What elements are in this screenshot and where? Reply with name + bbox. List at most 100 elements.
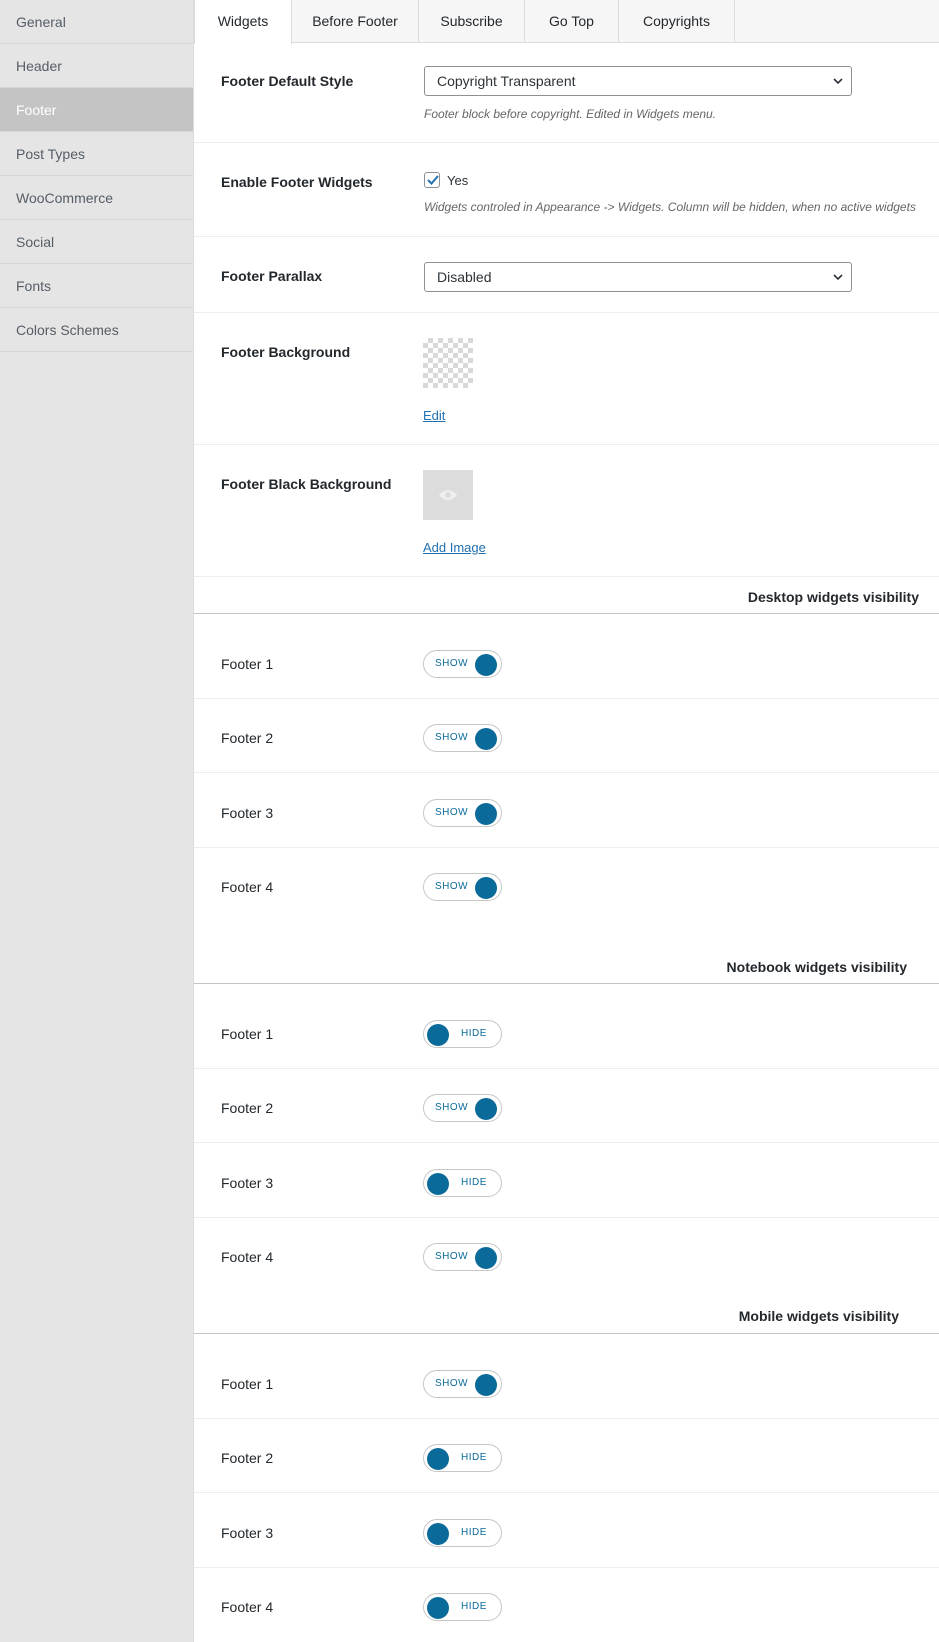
tab-copyrights[interactable]: Copyrights xyxy=(619,0,735,43)
tab-subscribe[interactable]: Subscribe xyxy=(419,0,525,43)
toggle-knob xyxy=(475,1247,497,1269)
mobile-footer-1-row: Footer 1 SHOW xyxy=(194,1334,939,1419)
toggle-knob xyxy=(475,1098,497,1120)
footer-background-preview[interactable] xyxy=(423,338,473,388)
chevron-down-icon xyxy=(833,78,843,85)
footer-parallax-value: Disabled xyxy=(437,269,492,285)
checkmark-icon xyxy=(427,175,439,185)
chevron-down-icon xyxy=(833,274,843,281)
mobile-footer-1-toggle[interactable]: SHOW xyxy=(423,1370,502,1398)
mobile-footer-2-label: Footer 2 xyxy=(221,1450,274,1466)
section-notebook-visibility: Notebook widgets visibility xyxy=(194,938,939,984)
desktop-footer-1-row: Footer 1 SHOW xyxy=(194,614,939,699)
desktop-footer-1-label: Footer 1 xyxy=(221,656,274,672)
sidebar-item-social[interactable]: Social xyxy=(0,220,193,264)
desktop-footer-1-toggle[interactable]: SHOW xyxy=(423,650,502,678)
sidebar-item-post-types[interactable]: Post Types xyxy=(0,132,193,176)
notebook-footer-4-toggle[interactable]: SHOW xyxy=(423,1243,502,1271)
enable-footer-widgets-yes-label: Yes xyxy=(447,173,469,188)
toggle-knob xyxy=(475,1374,497,1396)
enable-footer-widgets-checkbox[interactable] xyxy=(424,172,440,188)
toggle-state-text: SHOW xyxy=(435,658,469,669)
row-enable-footer-widgets: Enable Footer Widgets Yes Widgets contro… xyxy=(194,143,939,237)
sidebar-item-woocommerce[interactable]: WooCommerce xyxy=(0,176,193,220)
notebook-footer-4-label: Footer 4 xyxy=(221,1249,274,1265)
mobile-footer-2-toggle[interactable]: HIDE xyxy=(423,1444,502,1472)
sidebar-item-general[interactable]: General xyxy=(0,0,193,44)
toggle-knob xyxy=(427,1523,449,1545)
notebook-visibility-title: Notebook widgets visibility xyxy=(726,959,907,975)
notebook-footer-2-label: Footer 2 xyxy=(221,1100,274,1116)
toggle-knob xyxy=(427,1024,449,1046)
footer-parallax-select[interactable]: Disabled xyxy=(424,262,852,292)
desktop-footer-2-label: Footer 2 xyxy=(221,730,274,746)
toggle-state-text: HIDE xyxy=(461,1452,487,1463)
mobile-visibility-title: Mobile widgets visibility xyxy=(738,1308,899,1324)
mobile-footer-3-toggle[interactable]: HIDE xyxy=(423,1519,502,1547)
notebook-footer-1-row: Footer 1 HIDE xyxy=(194,984,939,1069)
toggle-knob xyxy=(475,803,497,825)
footer-background-label: Footer Background xyxy=(221,344,351,360)
main-panel: Widgets Before Footer Subscribe Go Top C… xyxy=(194,0,939,1642)
desktop-footer-3-label: Footer 3 xyxy=(221,805,274,821)
enable-footer-widgets-label: Enable Footer Widgets xyxy=(221,174,373,190)
mobile-footer-4-row: Footer 4 HIDE xyxy=(194,1568,939,1642)
desktop-footer-4-row: Footer 4 SHOW xyxy=(194,848,939,938)
toggle-knob xyxy=(427,1173,449,1195)
tab-before-footer[interactable]: Before Footer xyxy=(292,0,419,43)
toggle-state-text: SHOW xyxy=(435,881,469,892)
sidebar-item-fonts[interactable]: Fonts xyxy=(0,264,193,308)
toggle-state-text: SHOW xyxy=(435,732,469,743)
row-footer-black-background: Footer Black Background Add Image xyxy=(194,445,939,577)
footer-background-edit-link[interactable]: Edit xyxy=(423,408,445,423)
footer-black-background-placeholder[interactable] xyxy=(423,470,473,520)
mobile-footer-2-row: Footer 2 HIDE xyxy=(194,1419,939,1493)
tab-bar: Widgets Before Footer Subscribe Go Top C… xyxy=(194,0,939,44)
tab-go-top[interactable]: Go Top xyxy=(525,0,619,43)
notebook-footer-2-row: Footer 2 SHOW xyxy=(194,1069,939,1143)
desktop-footer-3-toggle[interactable]: SHOW xyxy=(423,799,502,827)
desktop-footer-4-toggle[interactable]: SHOW xyxy=(423,873,502,901)
notebook-footer-4-row: Footer 4 SHOW xyxy=(194,1218,939,1288)
section-desktop-visibility: Desktop widgets visibility xyxy=(194,577,939,614)
toggle-state-text: SHOW xyxy=(435,1378,469,1389)
footer-black-background-add-image-link[interactable]: Add Image xyxy=(423,540,486,555)
notebook-footer-3-toggle[interactable]: HIDE xyxy=(423,1169,502,1197)
desktop-footer-2-toggle[interactable]: SHOW xyxy=(423,724,502,752)
toggle-state-text: SHOW xyxy=(435,807,469,818)
notebook-footer-2-toggle[interactable]: SHOW xyxy=(423,1094,502,1122)
sidebar-item-footer[interactable]: Footer xyxy=(0,88,193,132)
toggle-knob xyxy=(427,1448,449,1470)
toggle-state-text: HIDE xyxy=(461,1527,487,1538)
mobile-footer-3-label: Footer 3 xyxy=(221,1525,274,1541)
eye-icon xyxy=(439,490,457,500)
desktop-footer-2-row: Footer 2 SHOW xyxy=(194,699,939,773)
section-mobile-visibility: Mobile widgets visibility xyxy=(194,1288,939,1334)
notebook-footer-3-label: Footer 3 xyxy=(221,1175,274,1191)
footer-parallax-label: Footer Parallax xyxy=(221,268,323,284)
footer-black-background-label: Footer Black Background xyxy=(221,476,392,492)
sidebar-item-header[interactable]: Header xyxy=(0,44,193,88)
notebook-footer-1-toggle[interactable]: HIDE xyxy=(423,1020,502,1048)
enable-footer-widgets-desc: Widgets controled in Appearance -> Widge… xyxy=(424,200,916,214)
toggle-state-text: SHOW xyxy=(435,1102,469,1113)
footer-default-style-value: Copyright Transparent xyxy=(437,73,576,89)
notebook-footer-1-label: Footer 1 xyxy=(221,1026,274,1042)
mobile-footer-1-label: Footer 1 xyxy=(221,1376,274,1392)
toggle-knob xyxy=(475,877,497,899)
toggle-state-text: HIDE xyxy=(461,1601,487,1612)
settings-page: General Header Footer Post Types WooComm… xyxy=(0,0,939,1642)
row-footer-background: Footer Background Edit xyxy=(194,313,939,445)
tab-widgets[interactable]: Widgets xyxy=(194,0,292,44)
footer-default-style-select[interactable]: Copyright Transparent xyxy=(424,66,852,96)
footer-default-style-desc: Footer block before copyright. Edited in… xyxy=(424,107,717,121)
sidebar: General Header Footer Post Types WooComm… xyxy=(0,0,194,1642)
toggle-state-text: HIDE xyxy=(461,1177,487,1188)
footer-default-style-label: Footer Default Style xyxy=(221,73,354,89)
toggle-knob xyxy=(427,1597,449,1619)
mobile-footer-4-toggle[interactable]: HIDE xyxy=(423,1593,502,1621)
mobile-footer-4-label: Footer 4 xyxy=(221,1599,274,1615)
sidebar-item-colors-schemes[interactable]: Colors Schemes xyxy=(0,308,193,352)
toggle-state-text: SHOW xyxy=(435,1251,469,1262)
toggle-state-text: HIDE xyxy=(461,1028,487,1039)
